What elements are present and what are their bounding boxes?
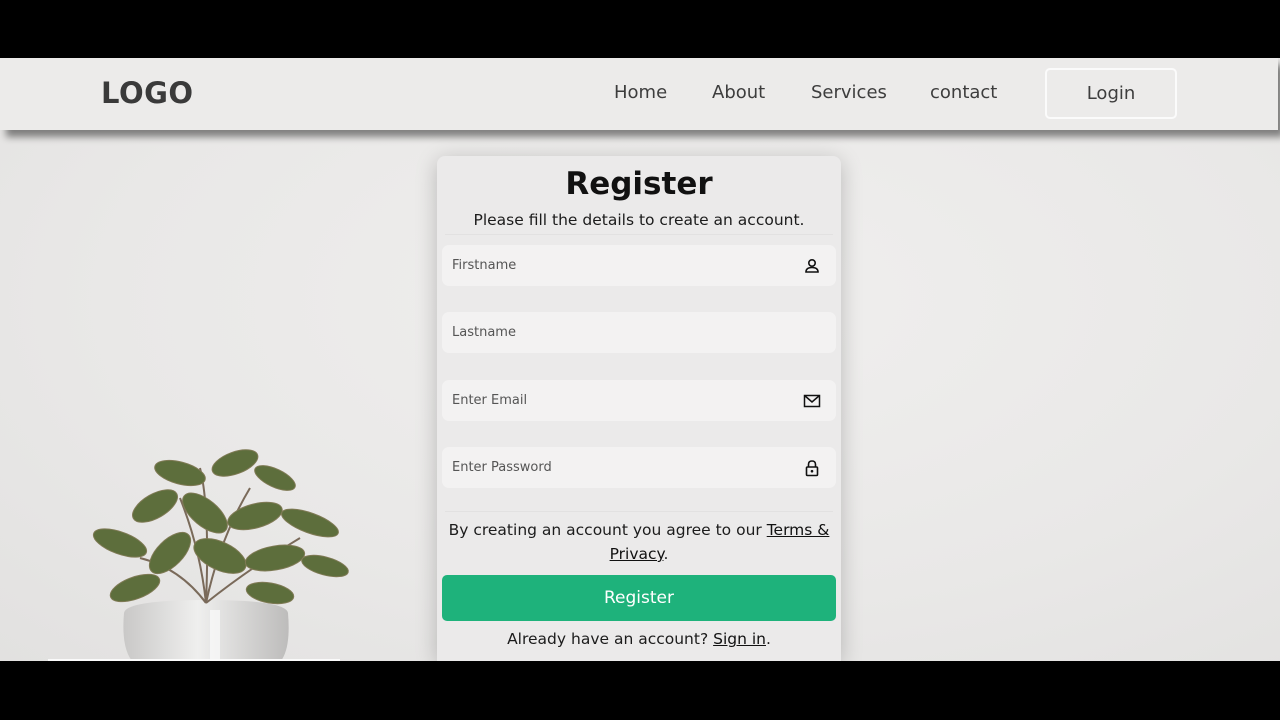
register-button[interactable]: Register [442, 575, 836, 621]
signin-prefix: Already have an account? [507, 630, 714, 648]
divider [445, 234, 833, 235]
lastname-input[interactable] [442, 312, 772, 353]
nav-services[interactable]: Services [811, 82, 887, 103]
form-subtitle: Please fill the details to create an acc… [473, 211, 805, 229]
login-button[interactable]: Login [1045, 68, 1177, 119]
nav-home[interactable]: Home [614, 82, 667, 103]
mail-icon [803, 394, 821, 408]
letterbox-bottom [0, 661, 1280, 720]
lock-icon [805, 460, 819, 477]
nav-contact[interactable]: contact [930, 82, 997, 103]
letterbox-top [0, 0, 1280, 58]
firstname-input[interactable] [442, 245, 772, 286]
navbar: LOGO Home About Services contact Login [0, 58, 1278, 130]
logo: LOGO [101, 76, 194, 110]
password-field [442, 447, 836, 488]
signin-link[interactable]: Sign in [713, 630, 766, 648]
firstname-field [442, 245, 836, 286]
signin-text: Already have an account? Sign in. [437, 630, 841, 648]
lastname-field [442, 312, 836, 353]
terms-suffix: . [663, 545, 669, 563]
nav-about[interactable]: About [712, 82, 765, 103]
page-background: LOGO Home About Services contact Login R… [0, 58, 1280, 661]
signin-suffix: . [765, 630, 771, 648]
user-icon [805, 258, 819, 273]
divider [445, 511, 833, 512]
email-field [442, 380, 836, 421]
password-input[interactable] [442, 447, 772, 488]
register-form: Register Please fill the details to crea… [437, 156, 841, 661]
plant-image [92, 449, 349, 661]
terms-prefix: By creating an account you agree to our [448, 521, 767, 539]
terms-text: By creating an account you agree to our … [437, 518, 841, 566]
form-title: Register [565, 166, 713, 202]
email-input[interactable] [442, 380, 772, 421]
